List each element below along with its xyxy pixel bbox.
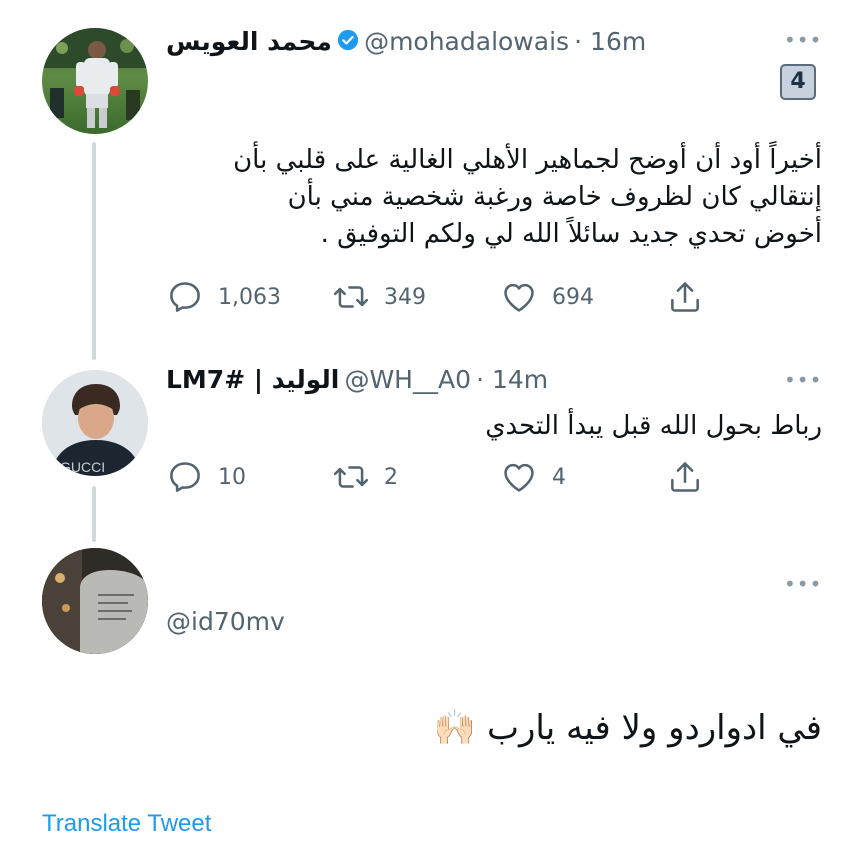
reply-count: 1,063 — [218, 284, 281, 310]
like-icon — [500, 278, 538, 316]
retweet-icon — [332, 278, 370, 316]
like-button[interactable]: 694 — [500, 278, 666, 316]
reply-button[interactable]: 1,063 — [166, 278, 332, 316]
retweet-count: 2 — [384, 464, 398, 490]
thread-line — [92, 142, 96, 360]
reply-button[interactable]: 10 — [166, 458, 332, 496]
timestamp[interactable]: · 16m — [574, 27, 646, 56]
tweet-text-line: إنتقالي كان لظروف خاصة ورغبة شخصية مني ب… — [287, 182, 822, 212]
timestamp[interactable]: · 14m — [476, 365, 548, 394]
tweet-text-line: أخيراً أود أن أوضح لجماهير الأهلي الغالي… — [233, 145, 822, 175]
like-icon — [500, 458, 538, 496]
tweet-header: الوليد | LM7# @WH__A0 · 14m — [166, 362, 726, 398]
retweet-count: 349 — [384, 284, 426, 310]
thread-line — [92, 486, 96, 542]
retweet-icon — [332, 458, 370, 496]
username[interactable]: @id70mv — [166, 604, 285, 640]
display-name[interactable]: محمد العويس — [166, 27, 332, 56]
share-button[interactable] — [666, 278, 704, 316]
retweet-button[interactable]: 2 — [332, 458, 500, 496]
reply-count: 10 — [218, 464, 246, 490]
count-badge: 4 — [780, 64, 816, 100]
more-icon[interactable]: ••• — [784, 572, 822, 596]
tweet-text: في ادواردو ولا فيه يارب 🙌🏻 — [433, 708, 822, 748]
username[interactable]: @WH__A0 — [344, 365, 471, 394]
avatar-photo — [42, 548, 148, 654]
svg-text:GUCCI: GUCCI — [60, 459, 105, 475]
like-count: 694 — [552, 284, 594, 310]
tweet-actions: 10 2 4 — [166, 458, 704, 496]
more-icon[interactable]: ••• — [784, 368, 822, 392]
verified-badge-icon — [337, 28, 359, 64]
avatar[interactable] — [42, 28, 148, 134]
avatar[interactable] — [42, 548, 148, 654]
retweet-button[interactable]: 349 — [332, 278, 500, 316]
tweet-actions: 1,063 349 694 — [166, 278, 704, 316]
tweet-text: رباط بحول الله قبل يبدأ التحدي — [485, 411, 822, 441]
like-button[interactable]: 4 — [500, 458, 666, 496]
reply-icon — [166, 458, 204, 496]
username[interactable]: @mohadalowais — [364, 27, 569, 56]
display-name[interactable]: الوليد | LM7# — [166, 365, 339, 394]
share-icon — [666, 458, 704, 496]
avatar[interactable]: GUCCI — [42, 370, 148, 476]
tweet-text-line: أخوض تحدي جديد سائلاً الله لي ولكم التوف… — [320, 219, 822, 249]
translate-tweet-link[interactable]: Translate Tweet — [42, 810, 211, 838]
avatar-photo — [42, 28, 148, 128]
more-icon[interactable]: ••• — [784, 28, 822, 52]
avatar-photo: GUCCI — [42, 370, 148, 476]
tweet-text: أخيراً أود أن أوضح لجماهير الأهلي الغالي… — [160, 142, 822, 253]
share-button[interactable] — [666, 458, 704, 496]
share-icon — [666, 278, 704, 316]
tweet-header: محمد العويس @mohadalowais · 16m — [166, 24, 726, 60]
reply-icon — [166, 278, 204, 316]
like-count: 4 — [552, 464, 566, 490]
